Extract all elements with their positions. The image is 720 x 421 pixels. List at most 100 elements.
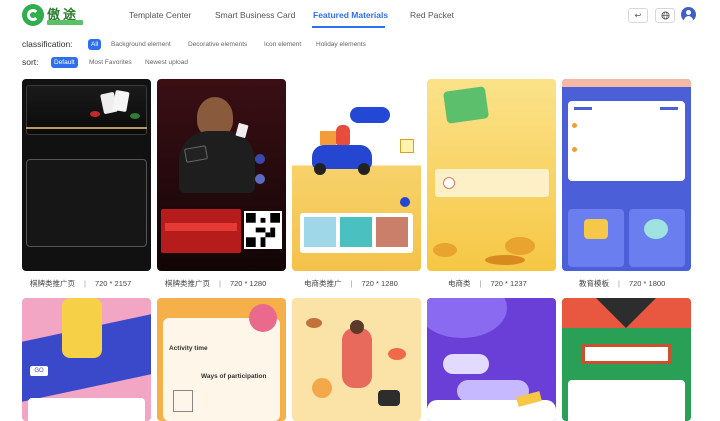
material-name: 棋牌类推广页	[165, 279, 210, 288]
cup-icon	[584, 219, 608, 239]
material-card[interactable]	[427, 298, 556, 421]
dots-decoration	[660, 107, 678, 110]
token-icon	[255, 174, 265, 184]
leaf-icon	[644, 219, 668, 239]
material-name: 电商类推广	[304, 279, 342, 288]
sort-most-favorites[interactable]: Most Favorites	[89, 57, 132, 68]
bag-icon	[378, 390, 400, 406]
title-plaque	[582, 344, 671, 364]
figure-shape	[342, 328, 372, 388]
speech-bubble	[350, 107, 390, 123]
material-card[interactable]	[427, 79, 556, 271]
poker-chip-icon	[90, 111, 100, 117]
classification-label: classification:	[22, 39, 73, 49]
content-card	[427, 400, 556, 421]
material-card[interactable]	[562, 298, 691, 421]
classification-background-element[interactable]: Background element	[111, 39, 171, 50]
avatar-icon	[443, 177, 455, 189]
sort-newest-upload[interactable]: Newest upload	[145, 57, 188, 68]
figure-head	[350, 320, 364, 334]
material-caption: 棋牌类推广页 | 720 * 1280	[165, 279, 267, 288]
activity-time-label: Activity time	[169, 345, 208, 352]
classification-holiday-elements[interactable]: Holiday elements	[316, 39, 366, 50]
ways-of-participation-label: Ways of participation	[201, 373, 267, 380]
logo-icon	[22, 4, 44, 26]
material-caption: 电商类推广 | 720 * 1280	[304, 279, 398, 288]
house-icon	[400, 139, 414, 153]
content-card	[568, 101, 685, 181]
material-caption: 电商类 | 720 * 1237	[448, 279, 527, 288]
material-card[interactable]	[157, 79, 286, 271]
food-icon	[388, 348, 406, 360]
material-size: 720 * 1237	[490, 279, 527, 288]
product-image	[304, 217, 336, 247]
go-button: GO	[30, 366, 48, 376]
logo-subtitle-bar	[47, 20, 83, 25]
wheel	[358, 163, 370, 175]
package-icon	[320, 131, 336, 145]
nav-smart-business-card[interactable]: Smart Business Card	[215, 10, 295, 20]
top-header: 傲途 Template Center Smart Business Card F…	[0, 0, 720, 32]
material-card[interactable]	[562, 79, 691, 271]
language-button[interactable]	[655, 8, 675, 23]
coin-stack	[433, 243, 457, 257]
material-card[interactable]: Activity time Ways of participation	[157, 298, 286, 421]
material-card[interactable]	[292, 298, 421, 421]
wheel	[314, 163, 326, 175]
sort-default[interactable]: Default	[51, 57, 78, 68]
decoration-circle	[249, 304, 277, 332]
coin-stack	[485, 255, 525, 265]
bullet-dot	[572, 147, 577, 152]
material-caption: 棋牌类推广页 | 720 * 2157	[30, 279, 132, 288]
food-icon	[312, 378, 332, 398]
material-name: 电商类	[448, 279, 471, 288]
material-name: 棋牌类推广页	[30, 279, 75, 288]
content-card	[568, 380, 685, 421]
poker-chip-icon	[130, 113, 140, 119]
exit-icon: ↩	[634, 11, 642, 20]
bullet-dot	[572, 123, 577, 128]
material-size: 720 * 1280	[361, 279, 398, 288]
globe-icon	[660, 11, 670, 20]
red-panel	[161, 209, 241, 253]
food-icon	[306, 318, 322, 328]
material-card[interactable]	[22, 79, 151, 271]
active-nav-indicator	[312, 26, 385, 28]
nav-template-center[interactable]: Template Center	[129, 10, 191, 20]
classification-icon-element[interactable]: Icon element	[264, 39, 301, 50]
badge-icon	[400, 197, 410, 207]
cart-icon	[173, 390, 193, 412]
material-card[interactable]: GO	[22, 298, 151, 421]
exit-button[interactable]: ↩	[628, 8, 648, 23]
material-size: 720 * 2157	[94, 279, 132, 288]
material-card[interactable]	[292, 79, 421, 271]
coin-stack	[505, 237, 535, 255]
qr-code-icon	[246, 213, 280, 247]
dots-decoration	[574, 107, 592, 110]
content-frame	[26, 159, 147, 247]
material-caption: 教育模板 | 720 * 1800	[579, 279, 666, 288]
brand-logo[interactable]: 傲途	[22, 4, 86, 26]
speech-bubble	[443, 354, 489, 374]
playing-card-icon	[235, 122, 249, 139]
top-strip	[562, 79, 691, 87]
nav-featured-materials[interactable]: Featured Materials	[313, 10, 388, 20]
gold-divider	[26, 127, 147, 129]
material-size: 720 * 1280	[229, 279, 267, 288]
material-name: 教育模板	[579, 279, 609, 288]
money-icon	[442, 86, 490, 124]
classification-all[interactable]: All	[88, 39, 102, 50]
token-icon	[255, 154, 265, 164]
sort-label: sort:	[22, 57, 39, 67]
material-size: 720 * 1800	[628, 279, 666, 288]
user-avatar[interactable]	[681, 7, 696, 22]
content-card	[28, 398, 145, 421]
cloud-shape	[427, 298, 507, 338]
product-image	[376, 217, 408, 247]
rider-figure	[336, 125, 350, 145]
product-image	[340, 217, 372, 247]
qr-code	[244, 211, 282, 249]
red-panel-stripe	[165, 223, 237, 231]
nav-red-packet[interactable]: Red Packet	[410, 10, 454, 20]
classification-decorative-elements[interactable]: Decorative elements	[188, 39, 247, 50]
